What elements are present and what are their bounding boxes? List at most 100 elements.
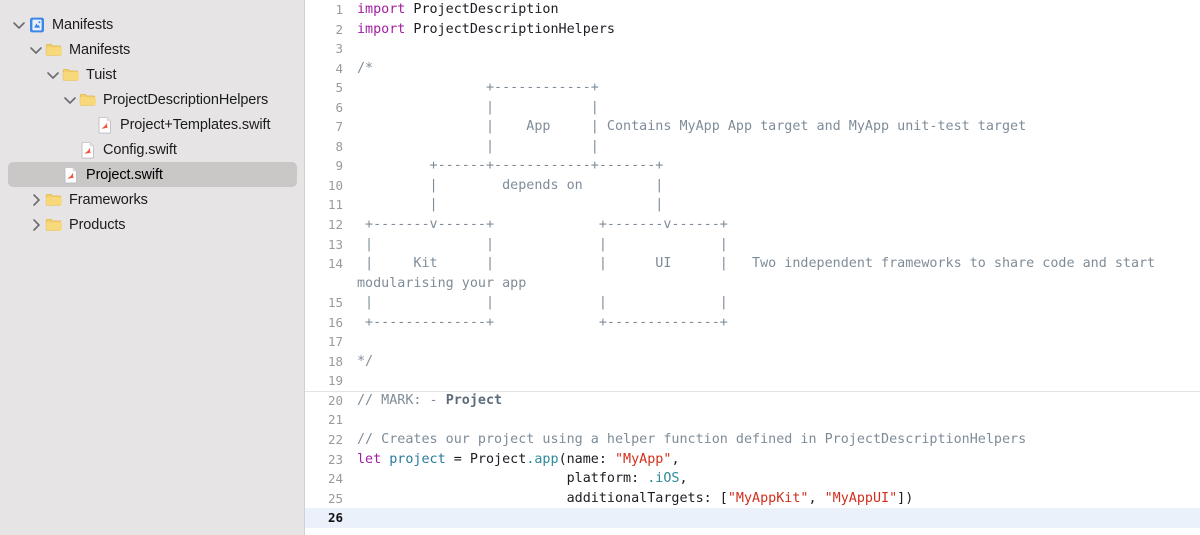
code-text[interactable] [353, 39, 1200, 59]
project-navigator-list[interactable]: Manifests Manifests Tuist ProjectDescriptio… [0, 12, 305, 237]
code-text[interactable]: import ProjectDescription [353, 0, 1200, 20]
sidebar-item-manifests[interactable]: Manifests [8, 37, 297, 62]
code-line[interactable]: 8 | | [305, 137, 1200, 157]
code-line[interactable]: 23 let project = Project.app(name: "MyApp… [305, 450, 1200, 470]
sidebar-item-projectdescriptionhelpers[interactable]: ProjectDescriptionHelpers [8, 87, 297, 112]
line-number[interactable]: 2 [305, 20, 353, 40]
code-line[interactable]: 3 [305, 39, 1200, 59]
code-text[interactable]: | depends on | [353, 176, 1200, 196]
code-line[interactable]: 4/* [305, 59, 1200, 79]
chevron-down-icon[interactable] [29, 43, 43, 57]
code-line[interactable]: 5 +------------+ [305, 78, 1200, 98]
code-text[interactable]: additionalTargets: ["MyAppKit", "MyAppUI… [353, 489, 1200, 509]
code-line[interactable]: 10 | depends on | [305, 176, 1200, 196]
code-text[interactable]: /* [353, 59, 1200, 79]
line-number[interactable]: 13 [305, 235, 353, 255]
code-text[interactable] [353, 332, 1200, 352]
code-line[interactable]: 21 [305, 410, 1200, 430]
sidebar-item-manifests[interactable]: Manifests [8, 12, 297, 37]
code-line[interactable]: 2 import ProjectDescriptionHelpers [305, 20, 1200, 40]
sidebar-item-config-swift[interactable]: Config.swift [8, 137, 297, 162]
line-number[interactable]: 20 [305, 391, 353, 411]
line-number[interactable]: 24 [305, 469, 353, 489]
line-number[interactable]: 4 [305, 59, 353, 79]
code-text[interactable]: +------------+ [353, 78, 1200, 98]
sidebar-item-label: ProjectDescriptionHelpers [103, 91, 269, 108]
code-text[interactable] [353, 371, 1200, 391]
code-lines-container[interactable]: 1 import ProjectDescription 2 import Projec… [305, 0, 1200, 528]
folder-icon [62, 66, 80, 84]
line-number[interactable]: 17 [305, 332, 353, 352]
code-text[interactable]: */ [353, 352, 1200, 372]
code-text[interactable]: let project = Project.app(name: "MyApp", [353, 450, 1200, 470]
source-editor[interactable]: 1 import ProjectDescription 2 import Projec… [305, 0, 1200, 535]
line-number[interactable]: 5 [305, 78, 353, 98]
code-text[interactable]: // MARK: - Project [353, 391, 1200, 411]
code-text[interactable]: | | | | [353, 293, 1200, 313]
code-text[interactable]: platform: .iOS, [353, 469, 1200, 489]
sidebar-item-project-templates-swift[interactable]: Project+Templates.swift [8, 112, 297, 137]
code-text[interactable]: | App | Contains MyApp App target and My… [353, 117, 1200, 137]
code-text[interactable] [353, 410, 1200, 430]
line-number[interactable]: 25 [305, 489, 353, 509]
chevron-down-icon[interactable] [46, 68, 60, 82]
line-number[interactable]: 16 [305, 313, 353, 333]
line-number[interactable]: 14 [305, 254, 353, 274]
sidebar-item-project-swift[interactable]: Project.swift [8, 162, 297, 187]
chevron-right-icon[interactable] [29, 193, 43, 207]
code-text[interactable]: | | [353, 195, 1200, 215]
code-line[interactable]: 1 import ProjectDescription [305, 0, 1200, 20]
code-line[interactable]: 6 | | [305, 98, 1200, 118]
code-text[interactable]: +--------------+ +--------------+ [353, 313, 1200, 333]
line-number[interactable]: 3 [305, 39, 353, 59]
code-line[interactable]: 11 | | [305, 195, 1200, 215]
code-line[interactable]: 7 | App | Contains MyApp App target and … [305, 117, 1200, 137]
line-number[interactable]: 18 [305, 352, 353, 372]
code-line[interactable]: 25 additionalTargets: ["MyAppKit", "MyAp… [305, 489, 1200, 509]
line-number[interactable]: 26 [305, 508, 353, 528]
code-line[interactable]: 22// Creates our project using a helper … [305, 430, 1200, 450]
code-line[interactable]: 12 +-------v------+ +-------v------+ [305, 215, 1200, 235]
line-number[interactable]: 12 [305, 215, 353, 235]
code-line[interactable]: 9 +------+------------+-------+ [305, 156, 1200, 176]
code-line[interactable]: 20// MARK: - Project [305, 390, 1200, 411]
project-navigator-sidebar[interactable]: Manifests Manifests Tuist ProjectDescriptio… [0, 0, 305, 535]
code-line[interactable]: 17 [305, 332, 1200, 352]
code-text[interactable]: | | | | [353, 235, 1200, 255]
sidebar-item-label: Config.swift [103, 141, 177, 158]
code-text[interactable]: +------+------------+-------+ [353, 156, 1200, 176]
line-number[interactable]: 6 [305, 98, 353, 118]
line-number[interactable]: 9 [305, 156, 353, 176]
code-text[interactable]: // Creates our project using a helper fu… [353, 430, 1200, 450]
line-number[interactable]: 7 [305, 117, 353, 137]
sidebar-item-products[interactable]: Products [8, 212, 297, 237]
line-number[interactable]: 19 [305, 371, 353, 391]
line-number[interactable]: 23 [305, 450, 353, 470]
code-text[interactable]: import ProjectDescriptionHelpers [353, 20, 1200, 40]
code-line[interactable]: 24 platform: .iOS, [305, 469, 1200, 489]
line-number[interactable]: 22 [305, 430, 353, 450]
sidebar-item-frameworks[interactable]: Frameworks [8, 187, 297, 212]
code-text[interactable] [353, 508, 1200, 528]
code-text[interactable]: +-------v------+ +-------v------+ [353, 215, 1200, 235]
code-line[interactable]: 19 [305, 371, 1200, 391]
line-number[interactable]: 10 [305, 176, 353, 196]
code-text[interactable]: | | [353, 98, 1200, 118]
code-line[interactable]: 16 +--------------+ +--------------+ [305, 313, 1200, 333]
line-number[interactable]: 21 [305, 410, 353, 430]
chevron-down-icon[interactable] [12, 18, 26, 32]
sidebar-item-tuist[interactable]: Tuist [8, 62, 297, 87]
line-number[interactable]: 1 [305, 0, 353, 20]
chevron-down-icon[interactable] [63, 93, 77, 107]
code-line[interactable]: 15 | | | | [305, 293, 1200, 313]
line-number[interactable]: 8 [305, 137, 353, 157]
code-line[interactable]: 14 | Kit | | UI | Two independent framew… [305, 254, 1200, 293]
code-line-current[interactable]: 26 [305, 508, 1200, 528]
code-line[interactable]: 18 */ [305, 352, 1200, 372]
code-text[interactable]: | Kit | | UI | Two independent framework… [353, 254, 1200, 293]
code-text[interactable]: | | [353, 137, 1200, 157]
code-line[interactable]: 13 | | | | [305, 235, 1200, 255]
chevron-right-icon[interactable] [29, 218, 43, 232]
line-number[interactable]: 15 [305, 293, 353, 313]
line-number[interactable]: 11 [305, 195, 353, 215]
